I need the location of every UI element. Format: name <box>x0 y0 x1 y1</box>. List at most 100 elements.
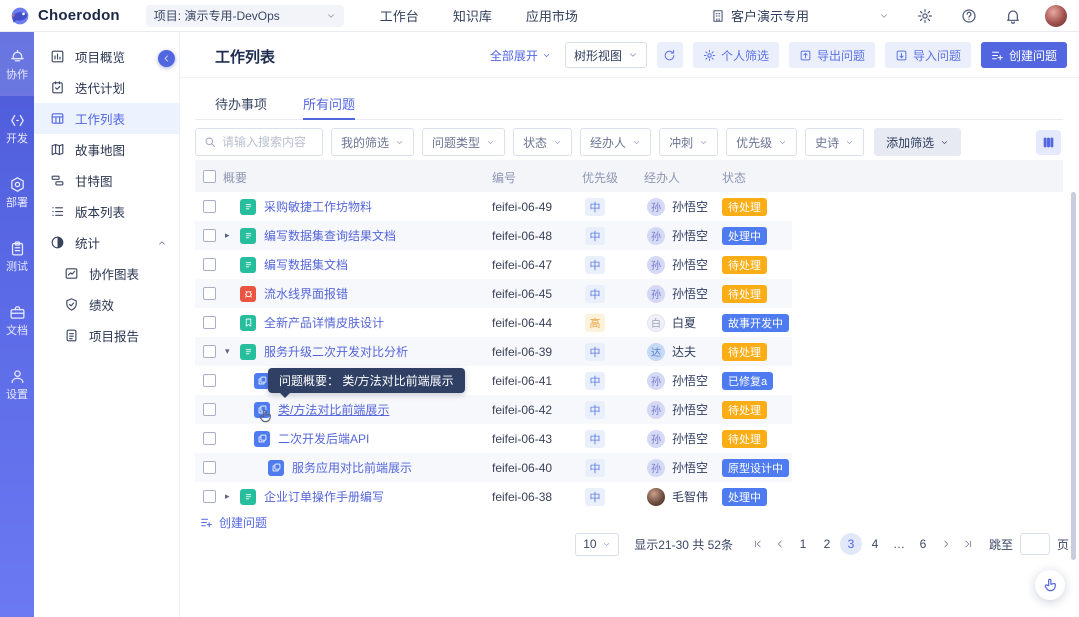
table-row[interactable]: ▾ 服务升级二次开发对比分析 feifei-06-39 中 达 达夫 待处理 <box>195 337 792 366</box>
prev-page-button[interactable] <box>769 533 791 555</box>
search-input[interactable] <box>222 135 314 149</box>
org-select[interactable]: 客户演示专用 <box>711 6 889 25</box>
primary-nav-设置[interactable]: 设置 <box>0 352 34 416</box>
sidebar-item-协作图表[interactable]: 协作图表 <box>34 258 179 289</box>
status-badge[interactable]: 处理中 <box>722 487 767 506</box>
filter-dropdown-经办人[interactable]: 经办人 <box>580 128 652 156</box>
filter-dropdown-史诗[interactable]: 史诗 <box>805 128 865 156</box>
sidebar-item-迭代计划[interactable]: 迭代计划 <box>34 72 179 103</box>
guide-floating-button[interactable] <box>1035 570 1065 600</box>
table-row[interactable]: ▸ 企业订单操作手册编写 feifei-06-38 中 毛智伟 处理中 <box>195 482 792 511</box>
primary-nav-协作[interactable]: 协作 <box>0 32 34 96</box>
row-checkbox[interactable] <box>203 192 216 221</box>
table-row[interactable]: 全新产品详情皮肤设计 feifei-06-44 高 白 白夏 故事开发中 <box>195 308 792 337</box>
create-issue-button[interactable]: 创建问题 <box>980 42 1067 68</box>
filter-dropdown-优先级[interactable]: 优先级 <box>726 128 798 156</box>
issue-summary-link[interactable]: 编写数据集文档 <box>264 256 348 273</box>
export-issues-button[interactable]: 导出问题 <box>788 42 875 68</box>
row-checkbox[interactable] <box>203 279 216 308</box>
table-row[interactable]: 采购敏捷工作坊物料 feifei-06-49 中 孙 孙悟空 待处理 <box>195 192 792 221</box>
issue-summary-link[interactable]: 服务升级二次开发对比分析 <box>264 343 408 360</box>
primary-nav-文档[interactable]: 文档 <box>0 288 34 352</box>
issue-summary-link[interactable]: 类/方法对比前端展示 <box>278 401 389 418</box>
column-config-button[interactable] <box>1036 130 1061 155</box>
page-size-select[interactable]: 10 <box>575 532 620 556</box>
next-page-button[interactable] <box>935 533 957 555</box>
status-badge[interactable]: 待处理 <box>722 400 767 419</box>
row-checkbox[interactable] <box>203 337 216 366</box>
add-filter-button[interactable]: 添加筛选 <box>874 128 962 156</box>
row-expand-toggle[interactable]: ▸ <box>225 482 230 511</box>
page-number-2[interactable]: 2 <box>816 533 838 555</box>
row-checkbox[interactable] <box>203 424 216 453</box>
primary-nav-测试[interactable]: 测试 <box>0 224 34 288</box>
refresh-button[interactable] <box>656 42 683 68</box>
table-row[interactable]: 服务应用对比前端展示 feifei-06-40 中 孙 孙悟空 原型设计中 <box>195 453 792 482</box>
status-badge[interactable]: 待处理 <box>722 284 767 303</box>
select-all-checkbox[interactable] <box>203 170 216 186</box>
status-badge[interactable]: 原型设计中 <box>722 458 789 477</box>
issue-summary-link[interactable]: 全新产品详情皮肤设计 <box>264 314 384 331</box>
vertical-scrollbar[interactable] <box>1071 192 1076 560</box>
bell-icon[interactable] <box>1005 8 1021 24</box>
first-page-button[interactable] <box>747 533 769 555</box>
table-row[interactable]: 二次开发后端API feifei-06-43 中 孙 孙悟空 待处理 <box>195 424 792 453</box>
table-row[interactable]: 流水线界面报错 feifei-06-45 中 孙 孙悟空 待处理 <box>195 279 792 308</box>
tab-所有问题[interactable]: 所有问题 <box>303 87 356 120</box>
page-number-4[interactable]: 4 <box>864 533 886 555</box>
status-badge[interactable]: 待处理 <box>722 255 767 274</box>
create-issue-link[interactable]: 创建问题 <box>200 514 267 531</box>
issue-summary-link[interactable]: 企业订单操作手册编写 <box>264 488 384 505</box>
issue-summary-link[interactable]: 采购敏捷工作坊物料 <box>264 198 372 215</box>
jump-page-input[interactable] <box>1019 533 1050 555</box>
status-badge[interactable]: 待处理 <box>722 429 767 448</box>
filter-dropdown-我的筛选[interactable]: 我的筛选 <box>331 128 415 156</box>
sidebar-item-故事地图[interactable]: 故事地图 <box>34 134 179 165</box>
personal-filter-button[interactable]: 个人筛选 <box>692 42 779 68</box>
sidebar-item-项目报告[interactable]: 项目报告 <box>34 320 179 351</box>
filter-dropdown-问题类型[interactable]: 问题类型 <box>422 128 506 156</box>
row-expand-toggle[interactable]: ▾ <box>225 337 230 366</box>
page-number-1[interactable]: 1 <box>792 533 814 555</box>
row-checkbox[interactable] <box>203 250 216 279</box>
sidebar-item-统计[interactable]: 统计 <box>34 227 179 258</box>
primary-nav-部署[interactable]: 部署 <box>0 160 34 224</box>
table-row[interactable]: 类/方法对比前端展示 feifei-06-42 中 孙 孙悟空 待处理 <box>195 395 792 424</box>
last-page-button[interactable] <box>957 533 979 555</box>
status-badge[interactable]: 待处理 <box>722 197 767 216</box>
view-mode-select[interactable]: 树形视图 <box>564 42 647 68</box>
table-row[interactable]: ▸ 编写数据集查询结果文档 feifei-06-48 中 孙 孙悟空 处理中 <box>195 221 792 250</box>
project-select[interactable]: 项目: 演示专用-DevOps <box>145 4 344 27</box>
table-row[interactable]: 编写数据集文档 feifei-06-47 中 孙 孙悟空 待处理 <box>195 250 792 279</box>
topbar-menu-2[interactable]: 应用市场 <box>526 6 578 25</box>
issue-summary-link[interactable]: 流水线界面报错 <box>264 285 348 302</box>
filter-dropdown-冲刺[interactable]: 冲刺 <box>659 128 719 156</box>
user-avatar[interactable] <box>1045 4 1067 27</box>
row-checkbox[interactable] <box>203 308 216 337</box>
gear-icon[interactable] <box>917 8 933 24</box>
sidebar-item-甘特图[interactable]: 甘特图 <box>34 165 179 196</box>
status-badge[interactable]: 处理中 <box>722 226 767 245</box>
sidebar-item-版本列表[interactable]: 版本列表 <box>34 196 179 227</box>
topbar-menu-0[interactable]: 工作台 <box>380 6 419 25</box>
sidebar-collapse-button[interactable] <box>158 50 175 67</box>
sidebar-item-绩效[interactable]: 绩效 <box>34 289 179 320</box>
issue-summary-link[interactable]: 编写数据集查询结果文档 <box>264 227 396 244</box>
help-icon[interactable] <box>961 8 977 24</box>
topbar-menu-1[interactable]: 知识库 <box>453 6 492 25</box>
expand-all-button[interactable]: 全部展开 <box>490 47 551 64</box>
filter-dropdown-状态[interactable]: 状态 <box>513 128 573 156</box>
primary-nav-开发[interactable]: 开发 <box>0 96 34 160</box>
row-checkbox[interactable] <box>203 366 216 395</box>
tab-待办事项[interactable]: 待办事项 <box>215 87 267 119</box>
status-badge[interactable]: 故事开发中 <box>722 313 789 332</box>
row-checkbox[interactable] <box>203 482 216 511</box>
status-badge[interactable]: 已修复a <box>722 371 774 390</box>
page-number-3[interactable]: 3 <box>839 533 862 555</box>
row-expand-toggle[interactable]: ▸ <box>225 221 230 250</box>
page-number-6[interactable]: 6 <box>912 533 934 555</box>
issue-summary-link[interactable]: 二次开发后端API <box>278 430 369 447</box>
import-issues-button[interactable]: 导入问题 <box>884 42 971 68</box>
row-checkbox[interactable] <box>203 395 216 424</box>
row-checkbox[interactable] <box>203 221 216 250</box>
